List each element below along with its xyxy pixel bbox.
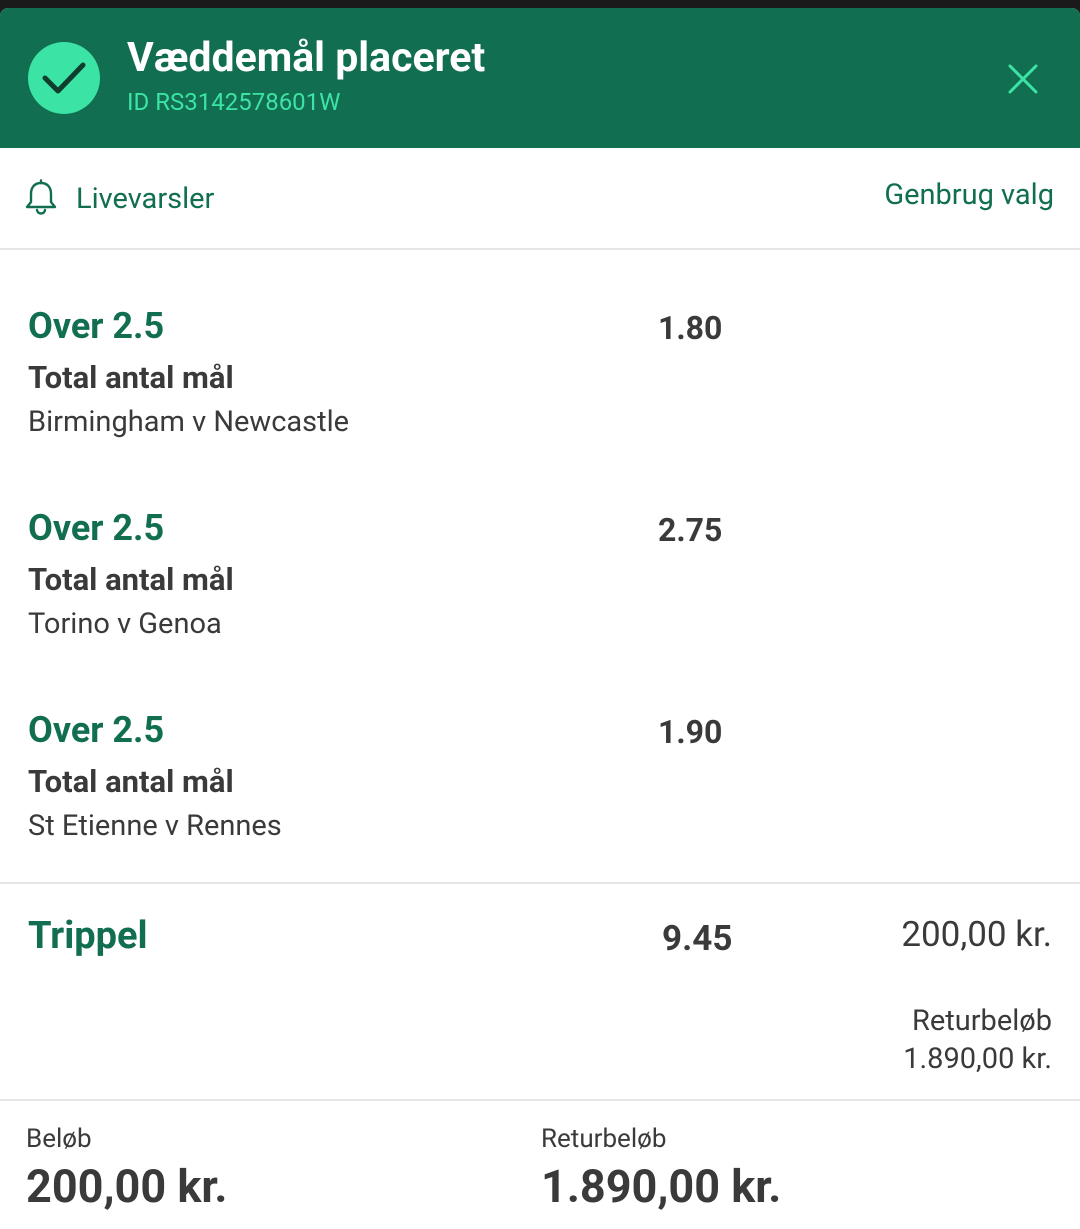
total-return-value: 1.890,00 kr. <box>541 1160 782 1213</box>
divider <box>0 882 1080 884</box>
selection-market: Over 2.5 <box>28 305 165 347</box>
receipt-toolbar: Livevarsler Genbrug valg <box>0 148 1080 250</box>
reuse-selections-button[interactable]: Genbrug valg <box>884 178 1054 212</box>
bet-type: Trippel <box>28 914 148 958</box>
bet-stake: 200,00 kr. <box>901 914 1052 955</box>
selection-event: Birmingham v Newcastle <box>28 405 350 439</box>
selection-odds: 1.80 <box>658 309 723 347</box>
selection-item: Over 2.5 Total antal mål St Etienne v Re… <box>28 709 1048 859</box>
live-alerts-button[interactable]: Livevarsler <box>24 174 214 224</box>
bell-icon <box>24 179 58 219</box>
total-stake-value: 200,00 kr. <box>26 1160 228 1213</box>
return-label: Returbeløb <box>912 1004 1052 1038</box>
selection-item: Over 2.5 Total antal mål Birmingham v Ne… <box>28 305 1048 455</box>
page-title: Væddemål placeret <box>127 34 486 82</box>
selection-type: Total antal mål <box>28 359 234 396</box>
selection-event: Torino v Genoa <box>28 607 222 641</box>
live-alerts-label: Livevarsler <box>76 182 215 216</box>
selection-market: Over 2.5 <box>28 709 165 751</box>
selection-market: Over 2.5 <box>28 507 165 549</box>
total-stake-label: Beløb <box>26 1124 92 1154</box>
selection-item: Over 2.5 Total antal mål Torino v Genoa … <box>28 507 1048 657</box>
check-icon <box>28 42 100 114</box>
close-icon[interactable] <box>1004 60 1042 98</box>
divider <box>0 1099 1080 1101</box>
selection-type: Total antal mål <box>28 561 234 598</box>
selection-type: Total antal mål <box>28 763 234 800</box>
bet-id: ID RS3142578601W <box>127 88 341 116</box>
total-return-label: Returbeløb <box>541 1124 667 1154</box>
total-odds: 9.45 <box>662 918 733 959</box>
bet-receipt-sheet: Væddemål placeret ID RS3142578601W Livev… <box>0 8 1080 1229</box>
selection-event: St Etienne v Rennes <box>28 809 282 843</box>
selection-odds: 1.90 <box>658 713 723 751</box>
selection-odds: 2.75 <box>658 511 723 549</box>
return-value: 1.890,00 kr. <box>903 1042 1052 1076</box>
confirmation-header: Væddemål placeret ID RS3142578601W <box>0 8 1080 148</box>
